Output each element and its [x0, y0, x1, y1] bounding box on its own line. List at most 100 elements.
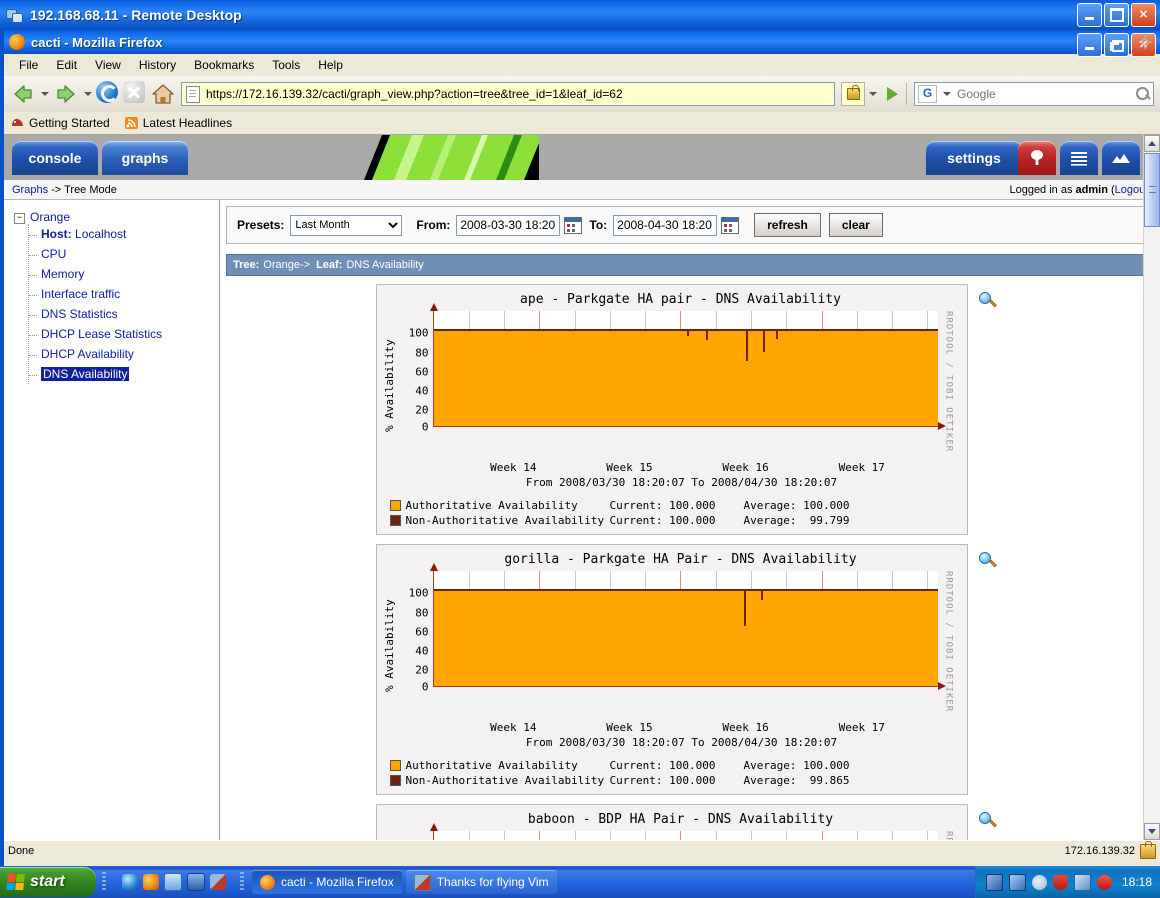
zoom-graph-icon[interactable]	[978, 812, 997, 830]
menu-history[interactable]: History	[130, 56, 185, 74]
plot-area: % Availability 100 80 60 40 20 0 RRDTOOL…	[377, 303, 967, 461]
refresh-button[interactable]: refresh	[754, 213, 821, 237]
menu-view[interactable]: View	[86, 56, 130, 74]
media-player-icon[interactable]	[187, 873, 205, 891]
vmware-icon[interactable]	[1073, 873, 1091, 891]
from-calendar-icon[interactable]	[564, 216, 583, 234]
to-calendar-icon[interactable]	[721, 216, 740, 234]
taskbar-item-vim[interactable]: Thanks for flying Vim	[405, 870, 557, 894]
forward-icon[interactable]	[53, 81, 79, 107]
scrollbar-thumb[interactable]	[1144, 153, 1160, 227]
y-tick: 40	[415, 384, 429, 398]
tree-root-orange[interactable]: − Orange	[12, 210, 219, 224]
taskbar-grip[interactable]	[102, 872, 106, 892]
search-input[interactable]	[955, 86, 1133, 102]
address-bar[interactable]	[181, 82, 835, 106]
show-desktop-icon[interactable]	[164, 873, 182, 891]
firefox-quicklaunch-icon[interactable]	[143, 874, 159, 890]
tab-preview-mode[interactable]	[1102, 141, 1140, 175]
menu-file[interactable]: File	[10, 56, 47, 74]
sidebar-item-dns-availability[interactable]: DNS Availability	[29, 364, 219, 384]
series-line-nonauthoritative	[433, 589, 938, 592]
scroll-up-button[interactable]	[1144, 135, 1160, 152]
start-button[interactable]: start	[0, 867, 96, 897]
legend-current: Current: 100.000	[609, 759, 716, 772]
go-button[interactable]	[881, 83, 903, 105]
presets-select[interactable]: Last Month	[290, 214, 403, 236]
firefox-restore-button[interactable]	[1104, 33, 1129, 57]
system-clock[interactable]: 18:18	[1122, 875, 1152, 889]
legend-name: Authoritative Availability	[405, 759, 578, 772]
legend-name: Non-Authoritative Availability	[405, 514, 605, 527]
graph-card-ape[interactable]: ape - Parkgate HA pair - DNS Availabilit…	[375, 284, 968, 535]
rdp-minimize-button[interactable]	[1077, 3, 1102, 27]
search-bar[interactable]: G	[914, 82, 1154, 106]
antivirus-icon[interactable]	[1052, 874, 1068, 890]
breadcrumb-separator: ->	[51, 183, 62, 196]
firefox-minimize-button[interactable]	[1077, 33, 1102, 57]
page-scrollbar[interactable]	[1143, 135, 1160, 840]
login-username: admin	[1075, 183, 1108, 196]
tab-graphs[interactable]: graphs	[102, 141, 188, 175]
menu-bookmarks[interactable]: Bookmarks	[185, 56, 263, 74]
tab-settings[interactable]: settings	[926, 141, 1022, 175]
reload-icon[interactable]	[96, 81, 122, 107]
zoom-graph-icon[interactable]	[978, 292, 997, 310]
sidebar-item-dhcp-lease-statistics[interactable]: DHCP Lease Statistics	[29, 324, 219, 344]
rdp-maximize-button[interactable]	[1104, 3, 1129, 27]
graph-card-gorilla[interactable]: gorilla - Parkgate HA Pair - DNS Availab…	[375, 544, 968, 795]
to-date-input[interactable]	[613, 214, 718, 236]
bookmark-getting-started[interactable]: Getting Started	[10, 116, 110, 130]
internet-explorer-icon[interactable]	[122, 874, 138, 890]
rrdtool-watermark: RRDTOOL	[944, 831, 954, 840]
search-icon[interactable]	[1133, 84, 1153, 104]
rdp-close-button[interactable]: ✕	[1131, 3, 1156, 27]
security-lock-icon[interactable]	[841, 82, 865, 106]
lock-icon[interactable]	[1140, 840, 1156, 859]
legend-row: Authoritative Availability Current: 100.…	[389, 498, 967, 513]
search-engine-dropdown-icon[interactable]	[943, 92, 951, 96]
vim-quicklaunch-icon[interactable]	[210, 874, 226, 890]
shield-alert-icon[interactable]	[1096, 874, 1112, 890]
sidebar-item-dns-statistics[interactable]: DNS Statistics	[29, 304, 219, 324]
page-body: − Orange Host: Localhost CPU Memory Inte…	[4, 200, 1160, 840]
tree-toggle-icon[interactable]: −	[14, 213, 25, 224]
home-icon[interactable]	[150, 81, 176, 107]
taskbar-grip[interactable]	[240, 872, 244, 892]
network-icon[interactable]	[985, 873, 1003, 891]
sidebar-item-dhcp-availability[interactable]: DHCP Availability	[29, 344, 219, 364]
x-tick: Week 15	[606, 461, 653, 474]
series-area-authoritative	[433, 331, 938, 426]
address-dropdown-icon[interactable]	[869, 92, 877, 96]
taskbar-item-firefox[interactable]: cacti - Mozilla Firefox	[252, 870, 402, 894]
sidebar-item-interface-traffic[interactable]: Interface traffic	[29, 284, 219, 304]
back-icon[interactable]	[10, 81, 36, 107]
sidebar-item-cpu[interactable]: CPU	[29, 244, 219, 264]
bookmark-latest-headlines[interactable]: Latest Headlines	[124, 116, 232, 130]
url-input[interactable]	[204, 86, 834, 102]
zoom-graph-icon[interactable]	[978, 552, 997, 570]
google-icon[interactable]: G	[918, 85, 937, 103]
tab-console[interactable]: console	[12, 141, 98, 175]
sidebar-item-memory[interactable]: Memory	[29, 264, 219, 284]
network-icon-2[interactable]	[1008, 873, 1026, 891]
graph-card-baboon[interactable]: baboon - BDP HA Pair - DNS Availability	[375, 804, 968, 840]
back-dropdown-icon[interactable]	[41, 92, 49, 96]
breadcrumb-link-graphs[interactable]: Graphs	[12, 184, 48, 196]
menu-tools[interactable]: Tools	[263, 56, 309, 74]
y-axis-ticks	[399, 831, 433, 840]
gear-icon[interactable]	[1138, 35, 1152, 49]
volume-icon[interactable]	[1031, 874, 1047, 890]
forward-dropdown-icon[interactable]	[84, 92, 92, 96]
menu-edit[interactable]: Edit	[47, 56, 86, 74]
legend-swatch	[389, 515, 401, 526]
tab-tree-mode[interactable]	[1018, 141, 1056, 175]
toolbar-divider	[906, 83, 907, 105]
menu-help[interactable]: Help	[309, 56, 352, 74]
tab-list-mode[interactable]	[1060, 141, 1098, 175]
chevron-down-icon	[1148, 829, 1156, 834]
from-date-input[interactable]	[456, 214, 561, 236]
clear-button[interactable]: clear	[828, 213, 883, 237]
scroll-down-button[interactable]	[1144, 823, 1160, 840]
sidebar-item-host-localhost[interactable]: Host: Localhost	[29, 224, 219, 244]
